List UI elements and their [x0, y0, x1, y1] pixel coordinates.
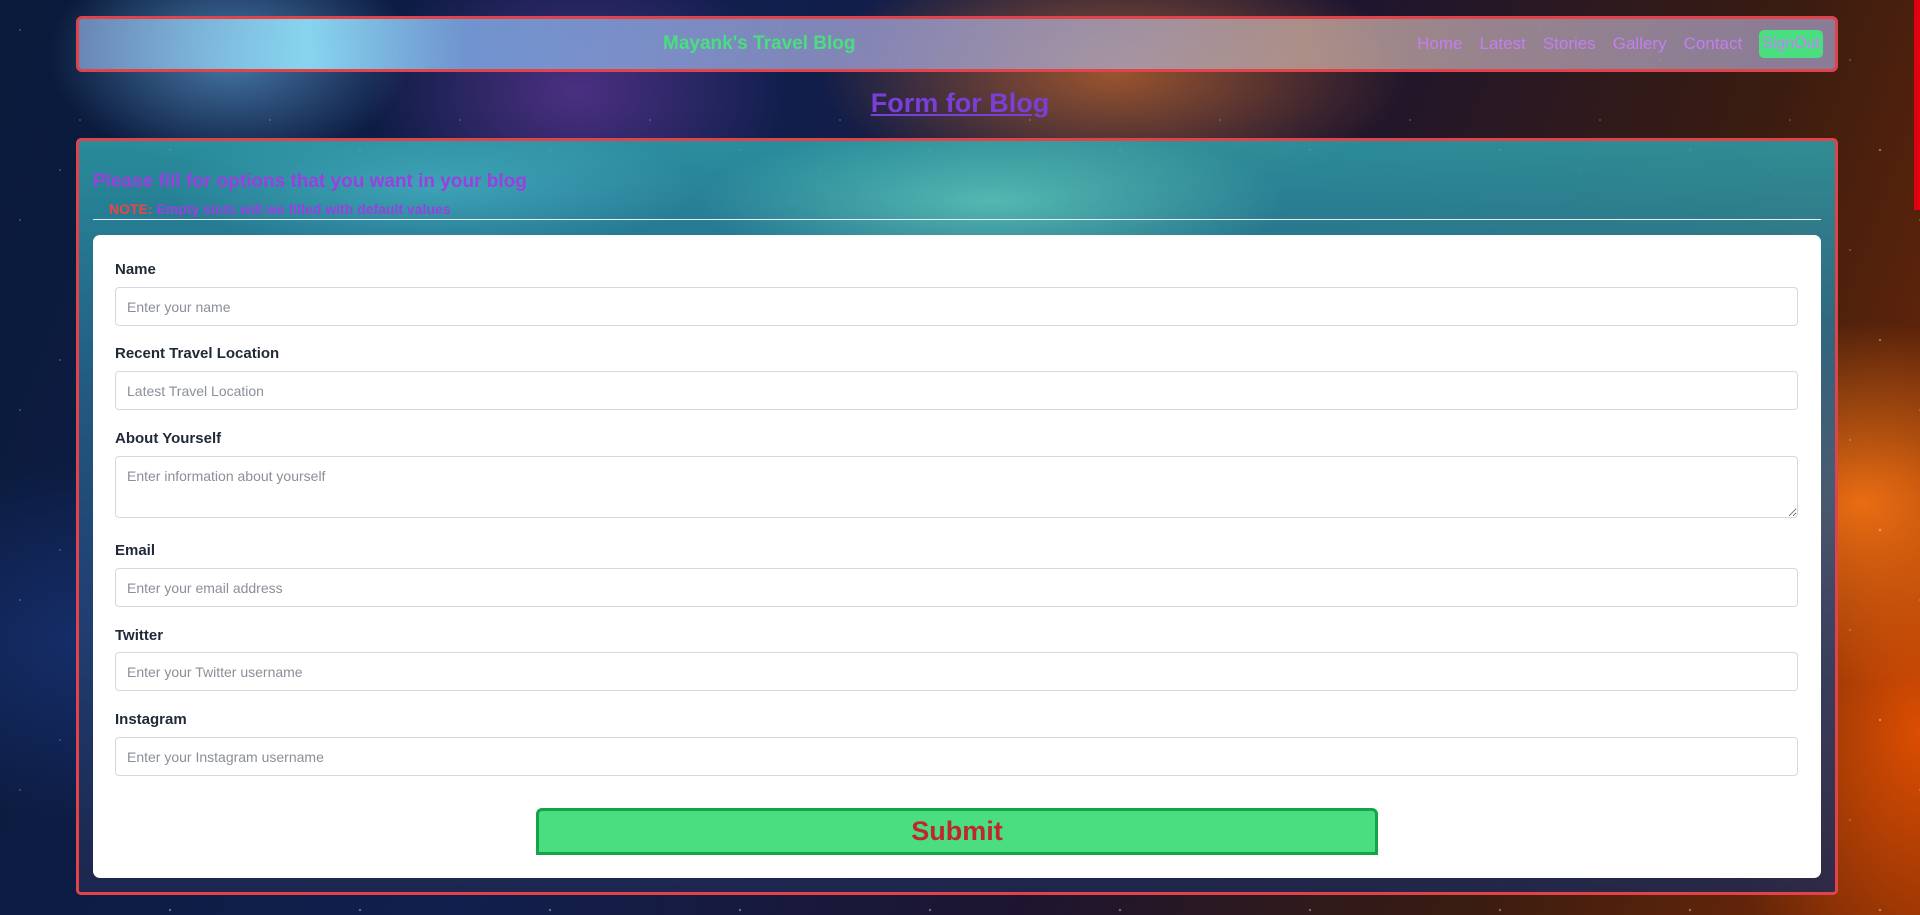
- form-heading: Please fill for options that you want in…: [93, 171, 527, 192]
- form-panel: Please fill for options that you want in…: [76, 138, 1838, 895]
- page-title-wrap: Form for Blog: [0, 88, 1920, 119]
- nav-link-contact[interactable]: Contact: [1684, 34, 1743, 54]
- divider: [93, 219, 1821, 220]
- email-label: Email: [115, 542, 156, 559]
- navbar: Mayank's Travel Blog Home Latest Stories…: [76, 16, 1838, 72]
- instagram-label: Instagram: [115, 711, 187, 728]
- submit-button[interactable]: Submit: [536, 808, 1378, 855]
- about-label: About Yourself: [115, 430, 222, 447]
- nav-link-stories[interactable]: Stories: [1543, 34, 1596, 54]
- page-title: Form for Blog: [870, 88, 1050, 118]
- name-label: Name: [115, 261, 156, 278]
- location-label: Recent Travel Location: [115, 345, 280, 362]
- email-input[interactable]: [115, 568, 1798, 607]
- blog-form: Name Recent Travel Location About Yourse…: [93, 235, 1821, 878]
- nav-link-latest[interactable]: Latest: [1480, 34, 1526, 54]
- location-input[interactable]: [115, 371, 1798, 410]
- about-textarea[interactable]: [115, 456, 1798, 518]
- note-label: NOTE:: [109, 201, 153, 217]
- twitter-label: Twitter: [115, 627, 164, 644]
- nav-links: Home Latest Stories Gallery Contact Sign…: [1417, 30, 1823, 58]
- nav-link-home[interactable]: Home: [1417, 34, 1462, 54]
- twitter-input[interactable]: [115, 652, 1798, 691]
- note-text: Empty slots will we filled with default …: [156, 201, 451, 217]
- nav-link-gallery[interactable]: Gallery: [1613, 34, 1667, 54]
- name-input[interactable]: [115, 287, 1798, 326]
- signout-button[interactable]: SignOut: [1759, 30, 1823, 58]
- form-note: NOTE: Empty slots will we filled with de…: [109, 201, 451, 217]
- brand-title[interactable]: Mayank's Travel Blog: [663, 33, 856, 55]
- instagram-input[interactable]: [115, 737, 1798, 776]
